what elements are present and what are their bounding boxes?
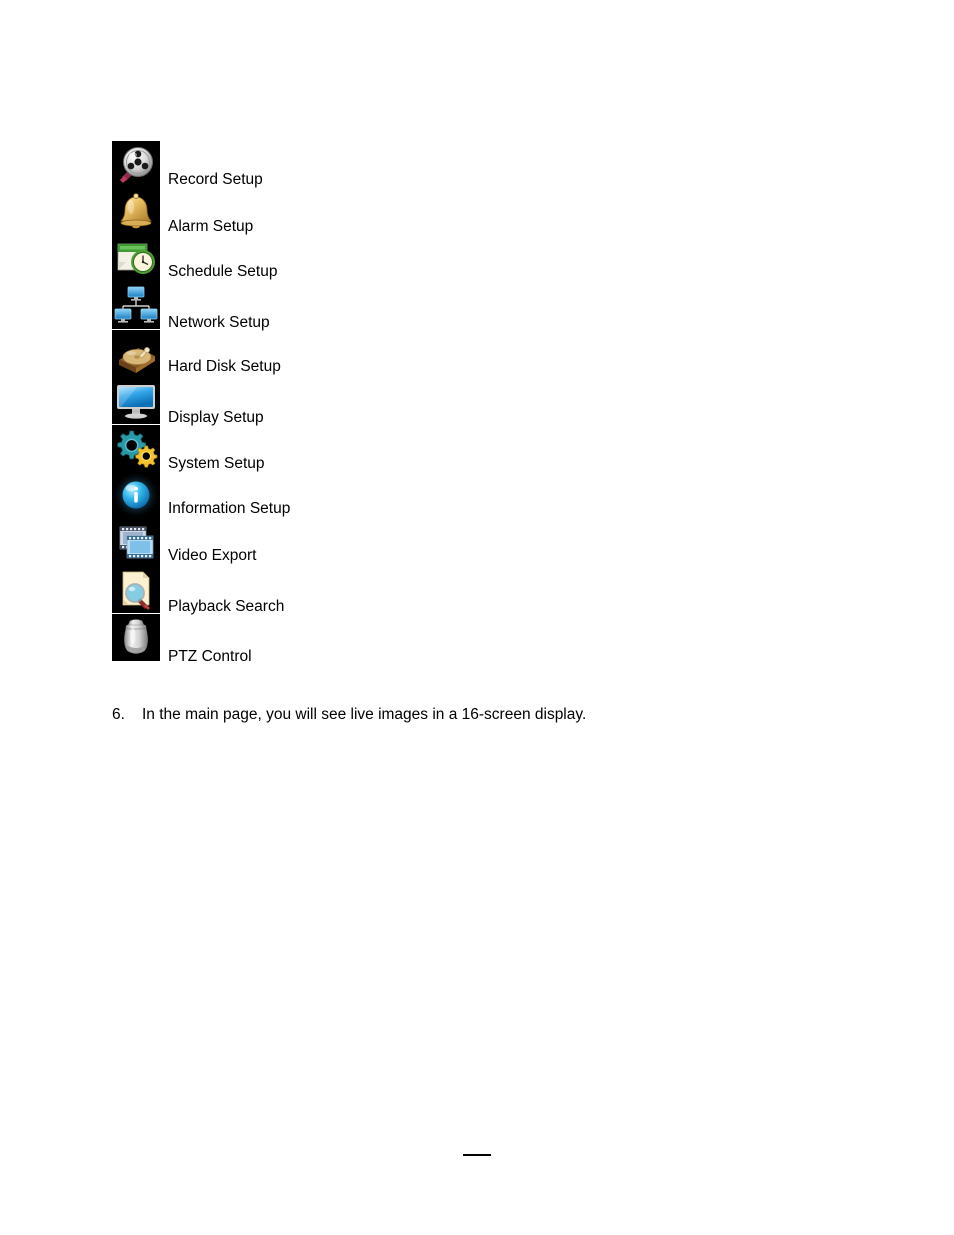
menu-label-playback-search: Playback Search (168, 598, 285, 615)
hard-disk-icon (112, 330, 160, 377)
document-magnifier-icon (112, 566, 160, 613)
calendar-clock-icon (112, 235, 160, 282)
menu-label-ptz-control: PTZ Control (168, 648, 252, 665)
step-item-6: 6. In the main page, you will see live im… (112, 705, 586, 725)
menu-label-display-setup: Display Setup (168, 409, 264, 426)
menu-row-alarm-setup: Alarm Setup (112, 188, 812, 235)
menu-row-hard-disk-setup: Hard Disk Setup (112, 330, 812, 377)
step-text: In the main page, you will see live imag… (142, 706, 587, 723)
film-frames-icon (112, 519, 160, 566)
dvr-menu-icon-list: Record Setup Alarm Setup Schedule Setup … (112, 141, 812, 665)
menu-row-display-setup: Display Setup (112, 377, 812, 426)
dome-camera-icon (112, 614, 160, 661)
document-page: Record Setup Alarm Setup Schedule Setup … (0, 0, 954, 1235)
film-reel-icon (112, 141, 160, 188)
menu-row-system-setup: System Setup (112, 425, 812, 472)
menu-label-schedule-setup: Schedule Setup (168, 263, 278, 280)
menu-row-network-setup: Network Setup (112, 282, 812, 331)
menu-row-video-export: Video Export (112, 519, 812, 566)
menu-row-schedule-setup: Schedule Setup (112, 235, 812, 282)
bell-icon (112, 188, 160, 235)
info-sphere-icon (112, 472, 160, 519)
footer-rule (463, 1154, 491, 1156)
menu-label-hard-disk-setup: Hard Disk Setup (168, 358, 281, 375)
menu-label-network-setup: Network Setup (168, 314, 270, 331)
menu-row-ptz-control: PTZ Control (112, 614, 812, 665)
menu-row-playback-search: Playback Search (112, 566, 812, 615)
gears-icon (112, 425, 160, 472)
menu-label-alarm-setup: Alarm Setup (168, 218, 254, 235)
monitor-icon (112, 377, 160, 424)
menu-label-system-setup: System Setup (168, 455, 265, 472)
menu-row-information-setup: Information Setup (112, 472, 812, 519)
menu-label-video-export: Video Export (168, 547, 257, 564)
network-monitors-icon (112, 282, 160, 329)
menu-row-record-setup: Record Setup (112, 141, 812, 188)
menu-label-record-setup: Record Setup (168, 171, 263, 188)
menu-label-information-setup: Information Setup (168, 500, 291, 517)
step-number: 6. (112, 706, 125, 723)
